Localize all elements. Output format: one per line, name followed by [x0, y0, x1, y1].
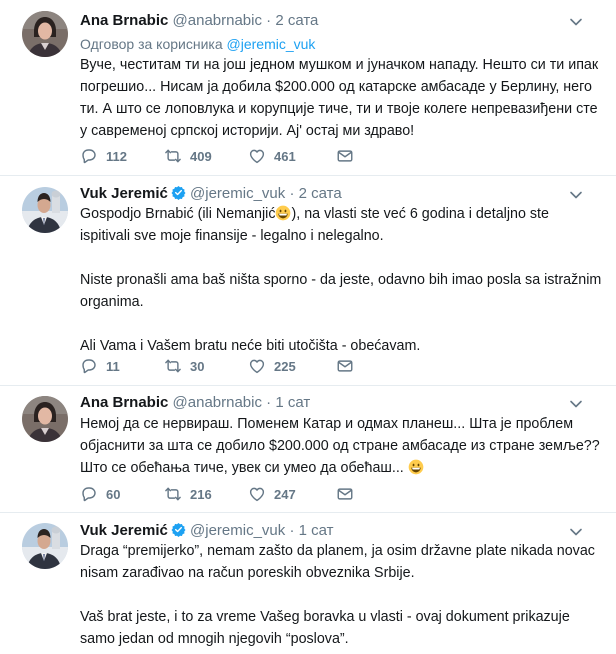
retweet-button[interactable]: 30 — [164, 357, 204, 377]
tweet-header: Ana Brnabic @anabrnabic · 1 сат — [80, 393, 576, 413]
author-name[interactable]: Ana Brnabic — [80, 394, 168, 411]
like-button[interactable]: 225 — [248, 357, 296, 377]
reply-count: 60 — [106, 487, 121, 502]
like-count: 247 — [274, 487, 296, 502]
tweet-header: Ana Brnabic @anabrnabic · 2 сата — [80, 11, 576, 31]
author-name[interactable]: Vuk Jeremić — [80, 185, 168, 202]
direct-message-icon — [336, 357, 354, 375]
author-handle[interactable]: @anabrnabic — [173, 394, 262, 411]
retweet-button[interactable]: 216 — [164, 485, 212, 505]
like-button[interactable]: 247 — [248, 485, 296, 505]
reply-button[interactable]: 112 — [80, 147, 127, 167]
paragraph-text: Gospodjo Brnabić (ili Nemanjić — [80, 206, 276, 222]
like-count: 225 — [274, 359, 296, 374]
avatar[interactable] — [22, 396, 68, 442]
tweet-header: Vuk Jeremić @jeremic_vuk · 2 сата — [80, 184, 576, 204]
timestamp[interactable]: 1 сат — [275, 394, 310, 411]
reply-icon — [80, 485, 98, 503]
reply-button[interactable]: 11 — [80, 357, 120, 377]
tweet[interactable]: Ana Brnabic @anabrnabic · 2 сата Одговор… — [0, 0, 616, 176]
tweet-paragraph: Ali Vama i Vašem bratu neće biti utočišt… — [80, 338, 421, 354]
verified-badge-icon — [171, 185, 186, 200]
avatar[interactable] — [22, 523, 68, 569]
verified-badge-icon — [171, 522, 186, 537]
reply-icon — [80, 357, 98, 375]
separator-dot: · — [289, 522, 295, 539]
grinning-emoji-icon — [275, 205, 291, 221]
direct-message-icon — [336, 485, 354, 503]
tweet[interactable]: Ana Brnabic @anabrnabic · 1 сат Немој да… — [0, 386, 616, 513]
tweet[interactable]: Vuk Jeremić @jeremic_vuk · 1 сат Draga “… — [0, 513, 616, 654]
like-icon — [248, 147, 266, 165]
tweet-paragraph: Немој да се нервираш. Поменем Катар и од… — [80, 413, 602, 479]
avatar[interactable] — [22, 187, 68, 233]
author-handle[interactable]: @jeremic_vuk — [190, 185, 285, 202]
reply-count: 112 — [106, 149, 127, 164]
separator-dot: · — [266, 12, 272, 29]
tweet-paragraph: Vaš brat jeste, i to za vreme Vašeg bora… — [80, 609, 570, 647]
timestamp[interactable]: 2 сата — [275, 12, 318, 29]
direct-message-button[interactable] — [336, 147, 354, 167]
reply-mention-link[interactable]: @jeremic_vuk — [227, 36, 316, 52]
tweet[interactable]: Vuk Jeremić @jeremic_vuk · 2 сата Gospod… — [0, 176, 616, 386]
direct-message-button[interactable] — [336, 485, 354, 505]
separator-dot: · — [266, 394, 272, 411]
author-name[interactable]: Ana Brnabic — [80, 12, 168, 29]
like-count: 461 — [274, 149, 296, 164]
reply-context: Одговор за корисника @jeremic_vuk — [80, 35, 315, 53]
avatar[interactable] — [22, 11, 68, 57]
caret-down-icon[interactable] — [568, 396, 584, 412]
like-icon — [248, 357, 266, 375]
caret-down-icon[interactable] — [568, 524, 584, 540]
retweet-icon — [164, 357, 182, 375]
retweet-button[interactable]: 409 — [164, 147, 212, 167]
direct-message-icon — [336, 147, 354, 165]
paragraph-text: Немој да се нервираш. Поменем Катар и од… — [80, 416, 600, 476]
tweet-paragraph: Вуче, честитам ти на још једном мушком и… — [80, 57, 599, 139]
tweet-paragraph: Gospodjo Brnabić (ili Nemanjić), na vlas… — [80, 203, 602, 247]
timestamp[interactable]: 2 сата — [299, 185, 342, 202]
tweet-paragraph: Niste pronašli ama baš ništa sporno - da… — [80, 272, 602, 310]
caret-down-icon[interactable] — [568, 14, 584, 30]
retweet-count: 216 — [190, 487, 212, 502]
retweet-icon — [164, 147, 182, 165]
timestamp[interactable]: 1 сат — [299, 522, 334, 539]
caret-down-icon[interactable] — [568, 187, 584, 203]
separator-dot: · — [289, 185, 295, 202]
retweet-icon — [164, 485, 182, 503]
author-name[interactable]: Vuk Jeremić — [80, 522, 168, 539]
tweet-text: Gospodjo Brnabić (ili Nemanjić), na vlas… — [80, 203, 602, 357]
tweet-text: Вуче, честитам ти на још једном мушком и… — [80, 54, 602, 142]
tweet-header: Vuk Jeremić @jeremic_vuk · 1 сат — [80, 521, 576, 541]
reply-prefix: Одговор за корисника — [80, 36, 227, 52]
direct-message-button[interactable] — [336, 357, 354, 377]
retweet-count: 409 — [190, 149, 212, 164]
like-icon — [248, 485, 266, 503]
reply-count: 11 — [106, 359, 120, 374]
tweet-text: Немој да се нервираш. Поменем Катар и од… — [80, 413, 602, 479]
tweet-text: Draga “premijerko”, nemam zašto da plane… — [80, 540, 602, 650]
reply-icon — [80, 147, 98, 165]
author-handle[interactable]: @anabrnabic — [173, 12, 262, 29]
grinning-emoji-icon — [408, 459, 424, 475]
like-button[interactable]: 461 — [248, 147, 296, 167]
retweet-count: 30 — [190, 359, 205, 374]
tweet-paragraph: Draga “premijerko”, nemam zašto da plane… — [80, 543, 595, 581]
author-handle[interactable]: @jeremic_vuk — [190, 522, 285, 539]
reply-button[interactable]: 60 — [80, 485, 120, 505]
